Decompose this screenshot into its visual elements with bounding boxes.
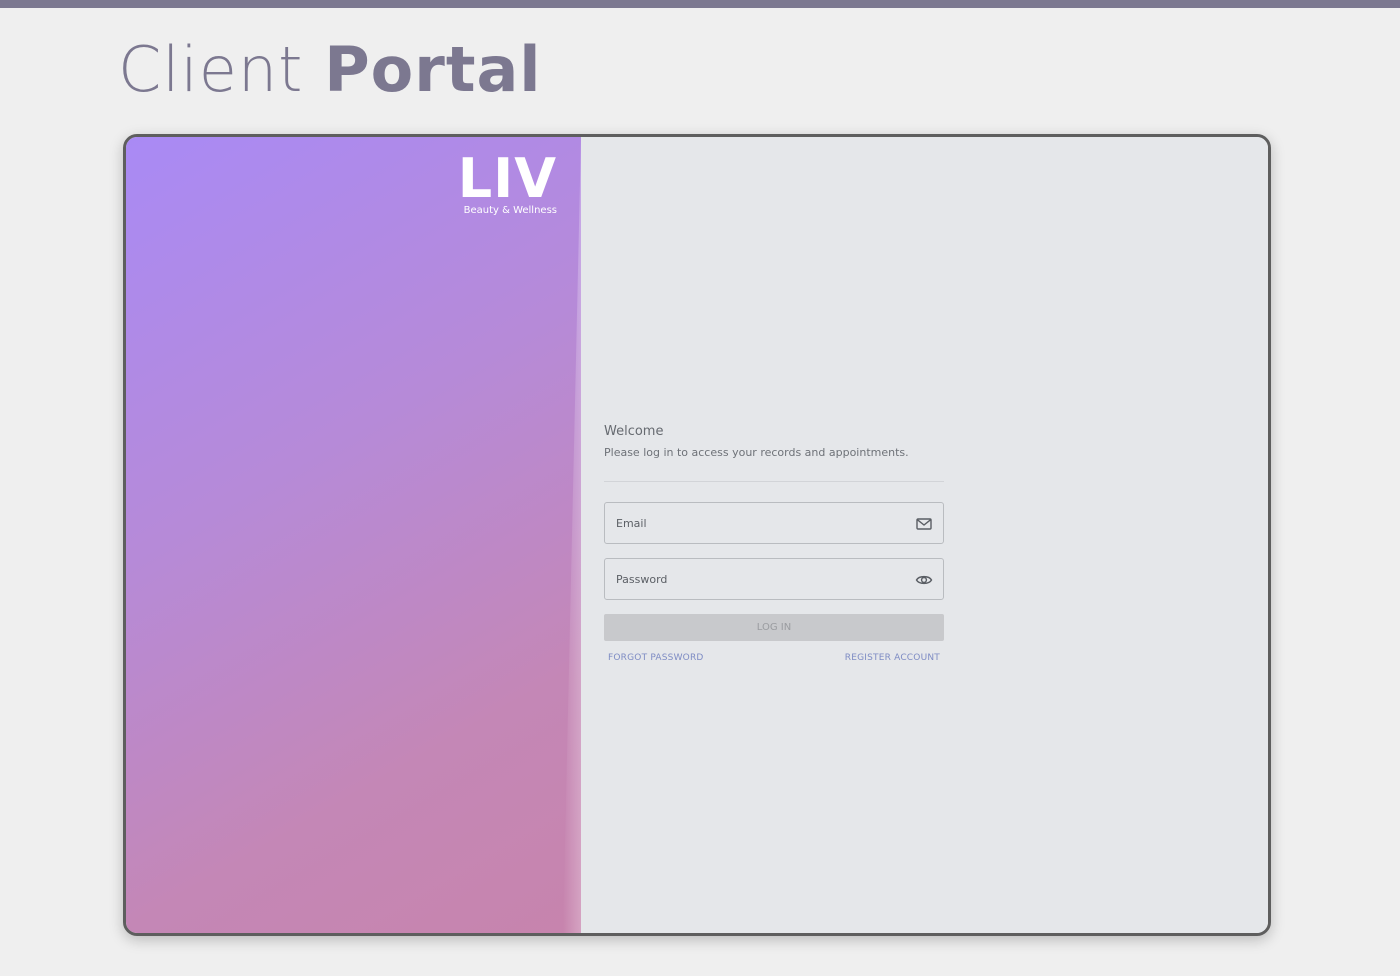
login-form: Welcome Please log in to access your rec… — [604, 423, 944, 663]
login-button[interactable]: LOG IN — [604, 614, 944, 641]
password-input[interactable] — [605, 559, 943, 599]
page-title-light: Client — [118, 33, 325, 106]
register-account-link[interactable]: REGISTER ACCOUNT — [845, 653, 940, 663]
divider — [604, 481, 944, 482]
login-panel: Welcome Please log in to access your rec… — [581, 137, 1268, 933]
welcome-subheading: Please log in to access your records and… — [604, 446, 909, 459]
auth-links: FORGOT PASSWORD REGISTER ACCOUNT — [604, 653, 944, 663]
logo-wordmark: LIV — [457, 147, 557, 210]
logo-tagline: Beauty & Wellness — [463, 205, 557, 216]
device-frame: LIV Beauty & Wellness Welcome Please log… — [123, 134, 1271, 936]
liv-logo: LIV Beauty & Wellness — [457, 147, 557, 217]
email-input[interactable] — [605, 503, 943, 543]
password-field[interactable] — [604, 558, 944, 600]
brand-panel: LIV Beauty & Wellness — [126, 137, 581, 933]
page-title: Client Portal — [118, 30, 542, 110]
eye-icon[interactable] — [915, 572, 933, 588]
welcome-heading: Welcome — [604, 424, 664, 439]
top-accent-bar — [0, 0, 1400, 8]
page-title-bold: Portal — [324, 33, 542, 106]
email-field[interactable] — [604, 502, 944, 544]
mail-icon — [915, 516, 933, 532]
forgot-password-link[interactable]: FORGOT PASSWORD — [608, 653, 704, 663]
